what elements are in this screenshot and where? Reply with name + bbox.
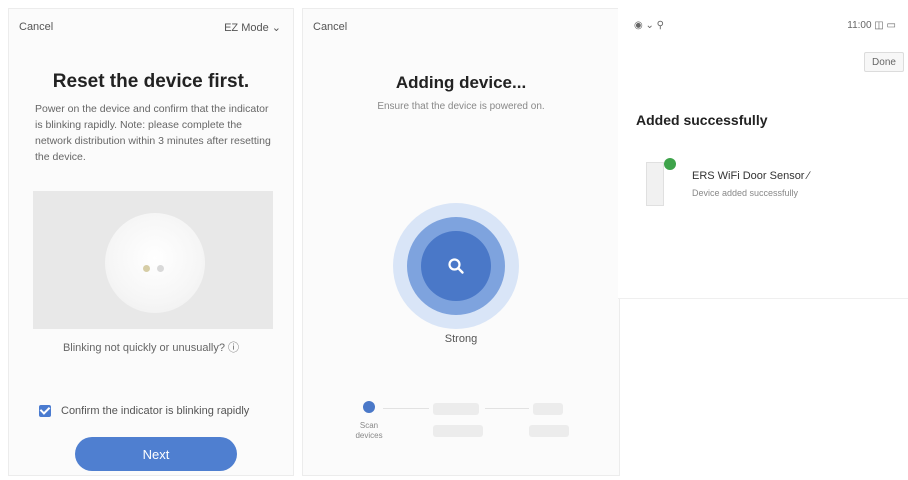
device-illustration — [33, 191, 273, 329]
done-button[interactable]: Done — [864, 52, 904, 72]
step-connector — [383, 408, 429, 409]
indicator-light — [143, 265, 150, 272]
cancel-link[interactable]: Cancel — [313, 21, 347, 33]
signal-status: Strong — [444, 333, 478, 345]
indicator-light-2 — [157, 265, 164, 272]
step-placeholder — [433, 425, 483, 437]
page-title: Reset the device first. — [52, 71, 250, 92]
step-indicator-active — [363, 401, 375, 413]
device-image — [105, 213, 205, 313]
status-bar-right: 11:00 ◫ ▭ — [847, 20, 896, 31]
top-bar: Cancel EZ Mode ⌄ — [9, 9, 293, 41]
search-icon — [448, 258, 464, 274]
page-title: Adding device... — [395, 73, 527, 92]
page-title: Added successfully — [636, 112, 768, 128]
mode-dropdown[interactable]: EZ Mode ⌄ — [224, 21, 281, 34]
instructions-text: Power on the device and confirm that the… — [35, 103, 271, 163]
step-connector — [485, 408, 529, 409]
cancel-link[interactable]: Cancel — [19, 21, 53, 33]
step-placeholder — [529, 425, 569, 437]
top-bar: Cancel — [303, 9, 619, 41]
step-placeholder — [533, 403, 563, 415]
check-icon — [664, 158, 676, 170]
confirm-checkbox[interactable] — [39, 405, 51, 417]
confirm-row[interactable]: Confirm the indicator is blinking rapidl… — [39, 405, 249, 417]
reset-device-panel: Cancel EZ Mode ⌄ Reset the device first.… — [8, 8, 294, 476]
adding-device-panel: Cancel Adding device... Ensure that the … — [302, 8, 620, 476]
device-icon — [646, 162, 664, 206]
confirm-label: Confirm the indicator is blinking rapidl… — [61, 405, 250, 417]
device-name[interactable]: ERS WiFi Door Sensor ∕ — [692, 170, 809, 182]
step-label: Scan devices — [355, 421, 383, 440]
added-success-panel: ◉ ⌄ ⚲ 11:00 ◫ ▭ Done Added successfully … — [618, 8, 908, 299]
help-link[interactable]: Blinking not quickly or unusually? ⓘ — [9, 339, 293, 355]
device-list-item[interactable]: ERS WiFi Door Sensor ∕ Device added succ… — [646, 158, 886, 206]
status-bar-left: ◉ ⌄ ⚲ — [634, 20, 664, 31]
step-placeholder — [433, 403, 479, 415]
page-subtitle: Ensure that the device is powered on. — [377, 101, 545, 112]
next-button[interactable]: Next — [75, 437, 237, 471]
device-status: Device added successfully — [692, 188, 799, 198]
